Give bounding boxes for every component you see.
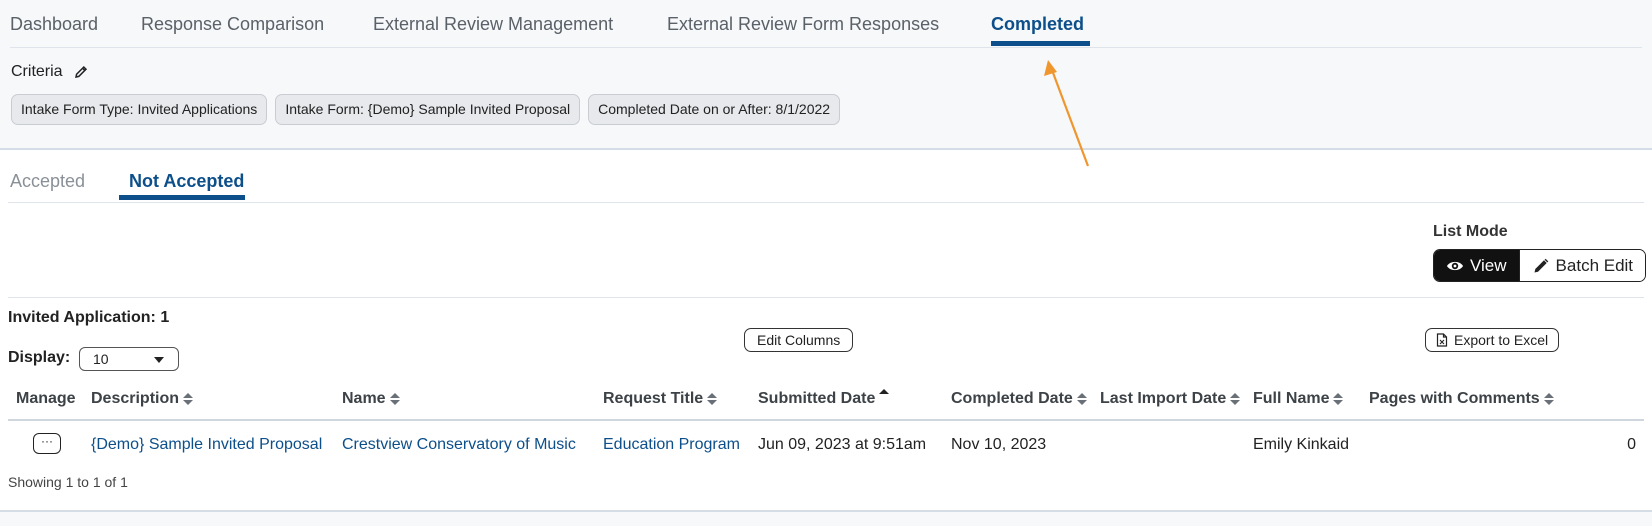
- edit-columns-button[interactable]: Edit Columns: [744, 328, 854, 352]
- sort-icon: [1076, 391, 1087, 407]
- column-header-pages-with-comments[interactable]: Pages with Comments: [1369, 390, 1554, 408]
- sort-ascending-icon: [879, 387, 890, 403]
- top-panel: Dashboard Response Comparison External R…: [0, 0, 1652, 150]
- row-description-link[interactable]: {Demo} Sample Invited Proposal: [91, 436, 322, 454]
- row-submitted-date: Jun 09, 2023 at 9:51am: [758, 436, 927, 453]
- column-header-manage: Manage: [16, 390, 76, 407]
- column-header-completed-date[interactable]: Completed Date: [951, 390, 1087, 408]
- record-count: Invited Application: 1: [8, 309, 169, 327]
- sort-icon: [183, 391, 194, 407]
- row-manage-button[interactable]: ···: [33, 433, 61, 454]
- eye-icon: [1447, 261, 1463, 270]
- criteria-chip-form-type[interactable]: Intake Form Type: Invited Applications: [11, 94, 268, 125]
- column-header-last-import-date[interactable]: Last Import Date: [1100, 390, 1241, 408]
- batch-edit-mode-button[interactable]: Batch Edit: [1518, 250, 1646, 281]
- tab-external-review-form-responses[interactable]: External Review Form Responses: [667, 14, 939, 35]
- row-full-name: Emily Kinkaid: [1253, 436, 1350, 453]
- sort-icon: [1333, 391, 1344, 407]
- display-label: Display:: [8, 349, 71, 366]
- file-icon: [1436, 333, 1448, 347]
- view-mode-button[interactable]: View: [1434, 250, 1519, 281]
- caret-down-icon: [154, 357, 164, 363]
- tab-external-review-management[interactable]: External Review Management: [373, 14, 613, 35]
- main-nav: Dashboard Response Comparison External R…: [10, 0, 1642, 48]
- pagination-info: Showing 1 to 1 of 1: [8, 474, 128, 490]
- display-count-select[interactable]: 10: [79, 347, 179, 371]
- pencil-icon: [1534, 258, 1548, 272]
- row-name-link[interactable]: Crestview Conservatory of Music: [342, 436, 576, 454]
- criteria-chips: Intake Form Type: Invited Applications I…: [11, 94, 841, 125]
- sort-icon: [707, 391, 718, 407]
- row-completed-date: Nov 10, 2023: [951, 436, 1047, 453]
- column-header-full-name[interactable]: Full Name: [1253, 390, 1344, 408]
- column-header-submitted-date[interactable]: Submitted Date: [758, 387, 890, 408]
- active-subtab-indicator: [119, 195, 245, 200]
- sort-icon: [1230, 391, 1241, 407]
- record-count-value: 1: [160, 309, 170, 326]
- list-mode-label: List Mode: [1433, 223, 1508, 240]
- edit-columns-label: Edit Columns: [757, 332, 841, 348]
- list-mode-toggle: View Batch Edit: [1433, 249, 1647, 282]
- divider: [8, 297, 1644, 298]
- table-row: ··· {Demo} Sample Invited Proposal Crest…: [8, 422, 1644, 468]
- subtab-not-accepted[interactable]: Not Accepted: [129, 171, 244, 192]
- criteria-row: Criteria: [11, 63, 89, 81]
- criteria-chip-completed-date[interactable]: Completed Date on or After: 8/1/2022: [588, 94, 841, 125]
- row-request-title-link[interactable]: Education Program: [603, 436, 740, 454]
- pencil-icon[interactable]: [73, 64, 89, 80]
- sort-icon: [389, 391, 400, 407]
- batch-edit-label: Batch Edit: [1555, 255, 1634, 275]
- view-mode-label: View: [1470, 255, 1507, 275]
- sort-icon: [1543, 391, 1554, 407]
- row-pages-with-comments: 0: [1627, 436, 1636, 453]
- column-header-name[interactable]: Name: [342, 390, 400, 408]
- export-to-excel-button[interactable]: Export to Excel: [1425, 328, 1560, 352]
- table-header: Manage Description Name Request Title Su…: [8, 383, 1644, 421]
- subtab-accepted[interactable]: Accepted: [10, 171, 85, 192]
- main-content: Accepted Not Accepted List Mode View Bat…: [0, 150, 1652, 512]
- tab-response-comparison[interactable]: Response Comparison: [141, 14, 324, 35]
- criteria-chip-intake-form[interactable]: Intake Form: {Demo} Sample Invited Propo…: [275, 94, 581, 125]
- tab-dashboard[interactable]: Dashboard: [10, 14, 98, 35]
- record-count-label: Invited Application:: [8, 309, 156, 326]
- column-header-description[interactable]: Description: [91, 390, 194, 408]
- column-header-request-title[interactable]: Request Title: [603, 390, 718, 408]
- criteria-label: Criteria: [11, 63, 63, 80]
- tab-completed[interactable]: Completed: [991, 14, 1084, 35]
- export-label: Export to Excel: [1454, 332, 1549, 348]
- subtabs: Accepted Not Accepted: [8, 150, 1644, 203]
- display-count-value: 10: [93, 351, 109, 367]
- active-tab-indicator: [991, 41, 1090, 46]
